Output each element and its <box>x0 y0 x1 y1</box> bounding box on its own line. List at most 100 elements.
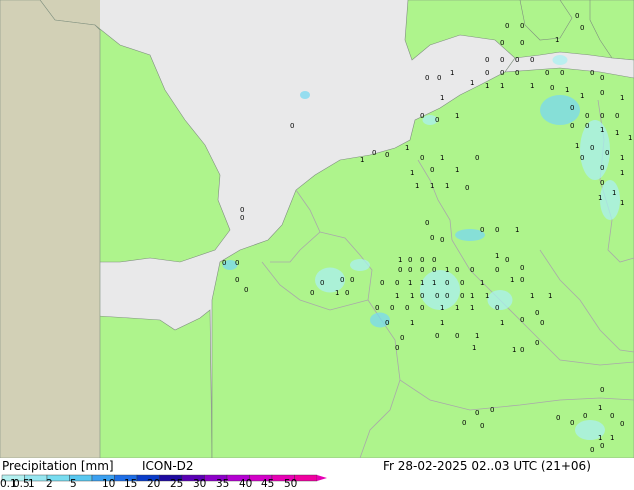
colorbar-tick-label: 35 <box>216 478 230 490</box>
precipitation-digit: 1 <box>612 189 616 197</box>
colorbar-tick-label: 50 <box>284 478 298 490</box>
colorbar-tick-label: 20 <box>147 478 161 490</box>
precipitation-digit: 0 <box>398 266 402 274</box>
precipitation-digit: 0 <box>520 276 524 284</box>
precipitation-digit: 0 <box>575 12 579 20</box>
valid-time-label: Fr 28-02-2025 02..03 UTC (21+06) <box>383 459 591 473</box>
precipitation-digit: 1 <box>512 346 516 354</box>
precipitation-map[interactable]: 0000100000000000001111011011001000000111… <box>0 0 634 458</box>
precipitation-digit: 1 <box>620 154 624 162</box>
precipitation-digit: 1 <box>485 292 489 300</box>
legend: Precipitation [mm] ICON-D2 Fr 28-02-2025… <box>0 458 634 490</box>
precipitation-digit: 1 <box>360 156 364 164</box>
precipitation-digit: 1 <box>408 279 412 287</box>
precipitation-digit: 0 <box>380 279 384 287</box>
precipitation-digit: 0 <box>420 154 424 162</box>
precipitation-digit: 0 <box>420 292 424 300</box>
precipitation-digit: 1 <box>628 134 632 142</box>
precipitation-digit: 1 <box>410 319 414 327</box>
precipitation-digit: 1 <box>470 79 474 87</box>
precipitation-digit: 0 <box>500 56 504 64</box>
precipitation-digit: 1 <box>430 182 434 190</box>
precipitation-digit: 1 <box>610 434 614 442</box>
precipitation-digit: 0 <box>405 304 409 312</box>
precipitation-digit: 0 <box>235 276 239 284</box>
precipitation-digit: 0 <box>475 154 479 162</box>
model-label: ICON-D2 <box>142 459 194 473</box>
precipitation-digit: 0 <box>620 420 624 428</box>
map-canvas: 0 00010 00 0 0 00 0 0 0 0 001 1 1 1 0 11 0110 0 100 0 00 0 1 11… <box>0 0 634 458</box>
precipitation-digit: 0 <box>244 286 248 294</box>
precipitation-digit: 1 <box>455 304 459 312</box>
precipitation-digit: 1 <box>440 304 444 312</box>
colorbar-arrow <box>317 475 327 481</box>
precipitation-digit: 1 <box>420 279 424 287</box>
precipitation-digit: 1 <box>445 266 449 274</box>
precipitation-digit: 0 <box>583 412 587 420</box>
precipitation-digit: 1 <box>495 252 499 260</box>
precipitation-digit: 0 <box>590 446 594 454</box>
colorbar-tick-label: 45 <box>261 478 275 490</box>
precipitation-digit: 1 <box>580 92 584 100</box>
precipitation-digit: 0 <box>520 346 524 354</box>
precipitation-digit: 0 <box>310 289 314 297</box>
colorbar-tick-label: 2 <box>46 478 53 490</box>
precipitation-digit: 0 <box>320 279 324 287</box>
precipitation-digit: 1 <box>395 292 399 300</box>
precipitation-digit: 0 <box>545 69 549 77</box>
outside-domain-land <box>0 0 101 458</box>
precipitation-digit: 0 <box>222 259 226 267</box>
precipitation-patch <box>300 91 310 99</box>
field-label: Precipitation [mm] <box>2 459 114 473</box>
colorbar-tick-label: 15 <box>124 478 138 490</box>
precipitation-digit: 0 <box>385 319 389 327</box>
colorbar-tick-label: 25 <box>170 478 184 490</box>
precipitation-digit: 0 <box>465 184 469 192</box>
colorbar-segment <box>294 474 318 482</box>
precipitation-digit: 0 <box>495 304 499 312</box>
precipitation-digit: 0 <box>425 74 429 82</box>
precipitation-digit: 1 <box>500 82 504 90</box>
precipitation-digit: 1 <box>598 404 602 412</box>
precipitation-digit: 1 <box>472 344 476 352</box>
precipitation-digit: 0 <box>505 256 509 264</box>
precipitation-digit: 0 <box>505 22 509 30</box>
precipitation-digit: 0 <box>408 266 412 274</box>
precipitation-digit: 0 <box>535 309 539 317</box>
precipitation-digit: 0 <box>372 149 376 157</box>
precipitation-patch <box>552 55 568 65</box>
precipitation-digit: 1 <box>500 319 504 327</box>
colorbar-tick-label: 10 <box>102 478 116 490</box>
precipitation-digit: 0 <box>590 144 594 152</box>
precipitation-digit: 0 <box>420 112 424 120</box>
precipitation-digit: 1 <box>398 256 402 264</box>
precipitation-patch <box>487 290 513 310</box>
precipitation-digit: 0 <box>345 289 349 297</box>
precipitation-digit: 0 <box>395 279 399 287</box>
precipitation-digit: 1 <box>620 169 624 177</box>
precipitation-digit: 1 <box>530 292 534 300</box>
precipitation-digit: 0 <box>455 266 459 274</box>
precipitation-digit: 0 <box>556 414 560 422</box>
precipitation-digit: 1 <box>455 166 459 174</box>
precipitation-digit: 1 <box>470 292 474 300</box>
precipitation-digit: 0 <box>585 122 589 130</box>
precipitation-patch <box>350 259 370 271</box>
precipitation-digit: 1 <box>455 112 459 120</box>
precipitation-digit: 0 <box>390 304 394 312</box>
precipitation-digit: 0 <box>385 151 389 159</box>
precipitation-digit: 0 <box>455 332 459 340</box>
precipitation-digit: 1 <box>548 292 552 300</box>
precipitation-digit: 0 <box>462 419 466 427</box>
precipitation-digit: 1 <box>440 154 444 162</box>
precipitation-digit: 0 <box>437 74 441 82</box>
precipitation-digit: 0 <box>600 164 604 172</box>
precipitation-digit: 0 <box>290 122 294 130</box>
precipitation-digit: 1 <box>565 86 569 94</box>
precipitation-digit: 1 <box>598 434 602 442</box>
precipitation-digit: 0 <box>430 234 434 242</box>
precipitation-digit: 1 <box>405 144 409 152</box>
precipitation-digit: 0 <box>520 39 524 47</box>
precipitation-digit: 0 <box>490 406 494 414</box>
precipitation-digit: 1 <box>555 36 559 44</box>
